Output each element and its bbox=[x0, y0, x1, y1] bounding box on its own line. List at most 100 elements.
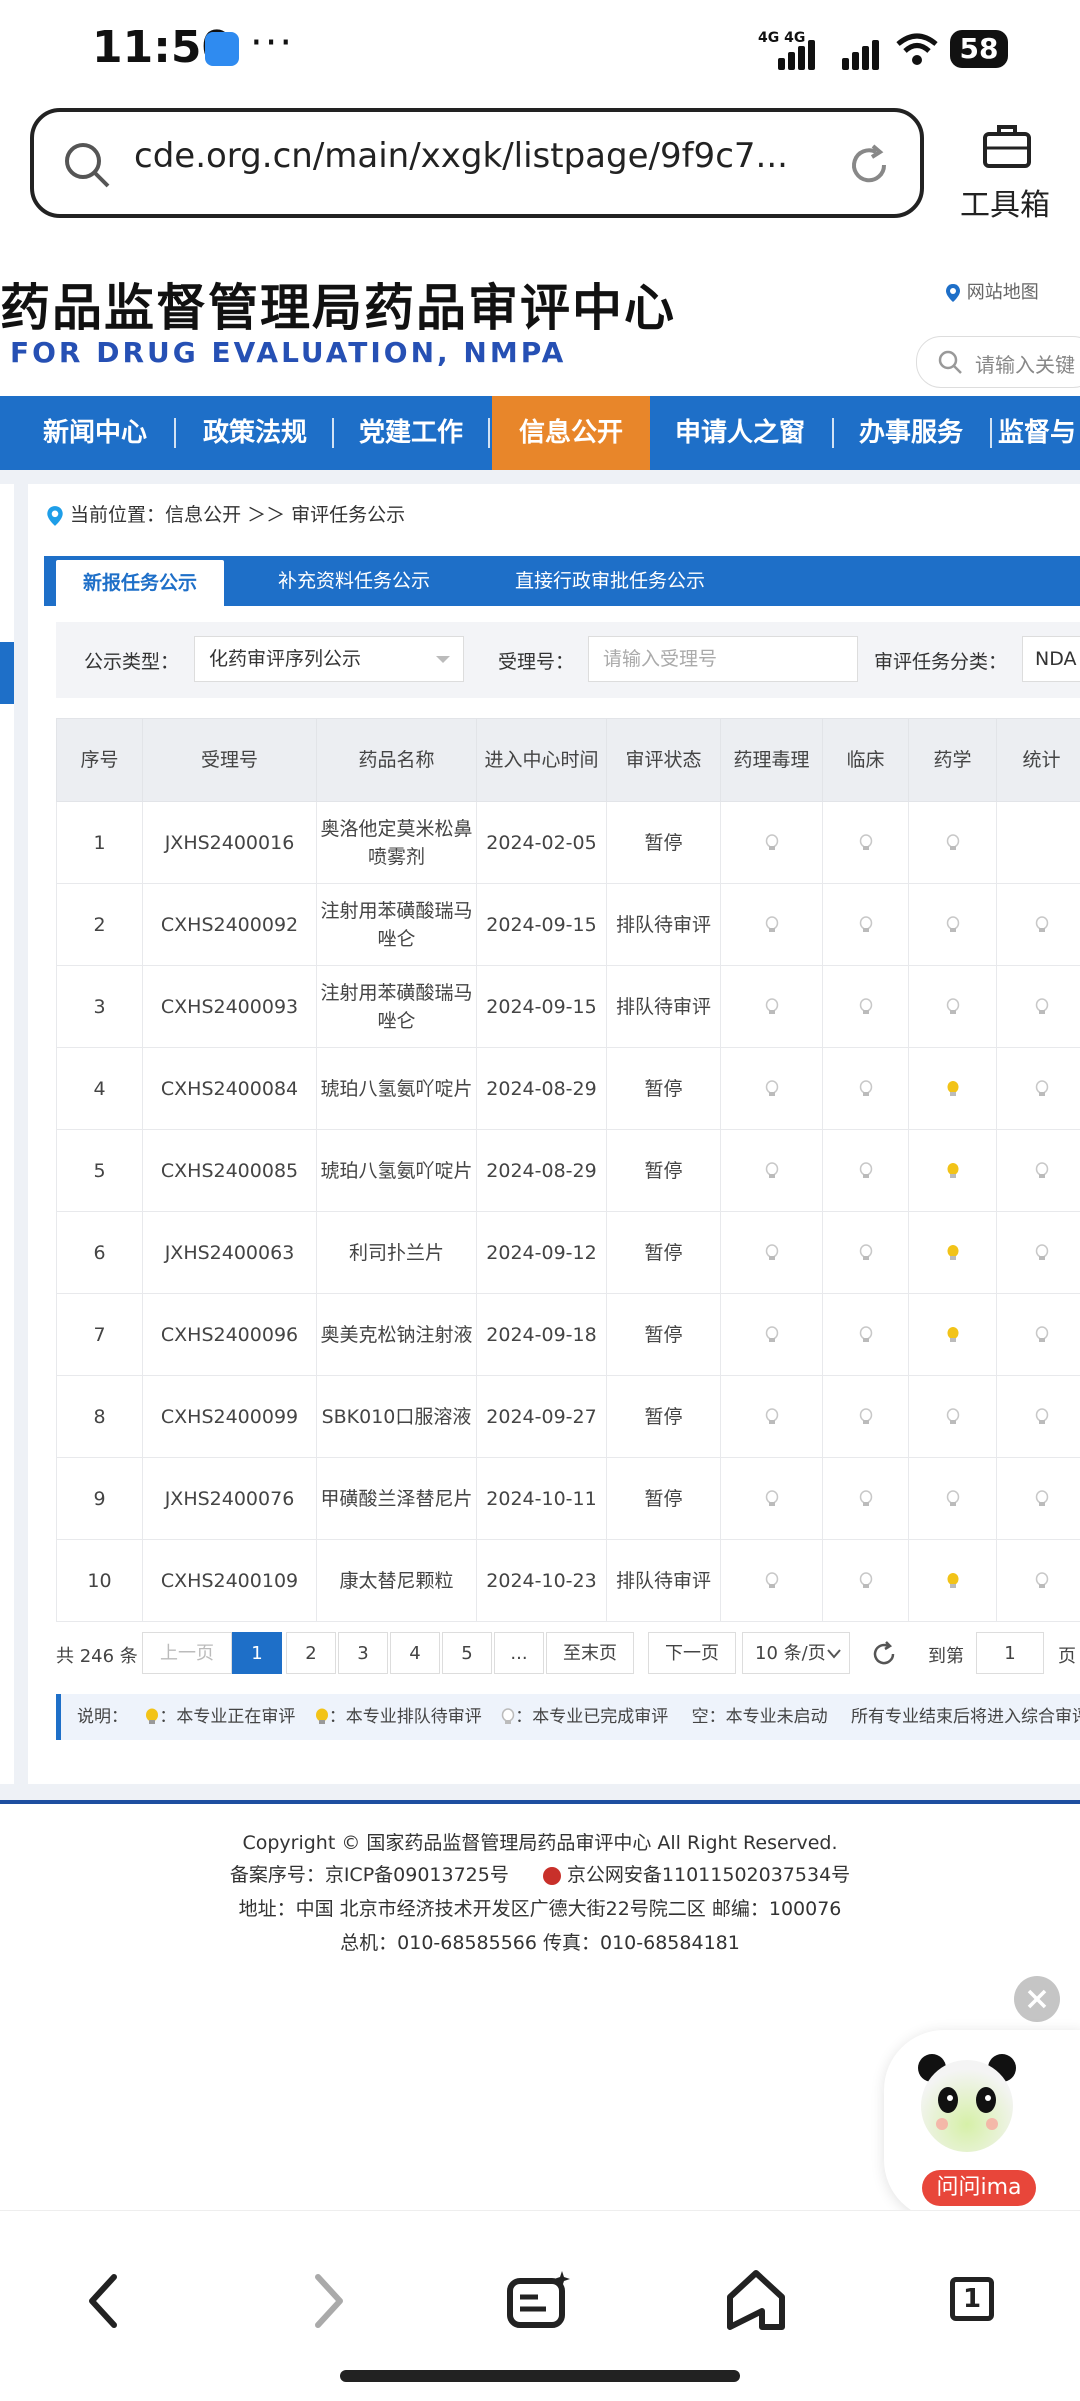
page-1-button[interactable]: 1 bbox=[232, 1632, 282, 1674]
cell-name[interactable]: 利司扑兰片 bbox=[317, 1212, 477, 1294]
page-5-button[interactable]: 5 bbox=[442, 1632, 492, 1674]
toolbox-button[interactable]: 工具箱 bbox=[940, 118, 1070, 228]
tab-supplement-tasks[interactable]: 补充资料任务公示 bbox=[244, 556, 464, 606]
acceptance-input[interactable]: 请输入受理号 bbox=[588, 636, 858, 682]
site-search-input[interactable]: 请输入关键 bbox=[916, 336, 1080, 388]
cell-name[interactable]: 康太替尼颗粒 bbox=[317, 1540, 477, 1622]
page-size-select[interactable]: 10 条/页 bbox=[742, 1632, 850, 1674]
bulb-done-icon bbox=[765, 1244, 779, 1262]
footer-icp[interactable]: 备案序号：京ICP备09013725号 bbox=[230, 1864, 509, 1886]
tab-direct-approval-tasks[interactable]: 直接行政审批任务公示 bbox=[480, 556, 740, 606]
sitemap-link[interactable]: 网站地图 bbox=[945, 278, 1039, 304]
sidebar-active-marker bbox=[0, 642, 14, 704]
cell-name[interactable]: 奥美克松钠注射液 bbox=[317, 1294, 477, 1376]
police-badge-icon bbox=[543, 1867, 561, 1885]
goto-page-input[interactable]: 1 bbox=[976, 1632, 1044, 1674]
nav-item-disclosure[interactable]: 信息公开 bbox=[492, 396, 650, 470]
bulb-active-icon bbox=[145, 1707, 159, 1727]
cell-id[interactable]: CXHS2400093 bbox=[143, 966, 317, 1048]
network-type: 4G 4G bbox=[758, 30, 805, 46]
cell-pharmacy-status bbox=[909, 1458, 997, 1540]
nav-item-supervision[interactable]: 监督与 bbox=[998, 396, 1080, 470]
tabs-button[interactable]: 1 bbox=[934, 2261, 1014, 2341]
back-icon[interactable] bbox=[66, 2261, 146, 2341]
cell-no: 10 bbox=[57, 1540, 143, 1622]
legend-done: ：本专业已完成审评 bbox=[515, 1707, 668, 1727]
cell-name[interactable]: 琥珀八氢氨吖啶片 bbox=[317, 1130, 477, 1212]
breadcrumb-path[interactable]: 信息公开 ＞＞ 审评任务公示 bbox=[165, 504, 405, 526]
cell-id[interactable]: JXHS2400076 bbox=[143, 1458, 317, 1540]
refresh-icon[interactable] bbox=[870, 1640, 898, 1668]
cell-clinical-status bbox=[823, 802, 909, 884]
nav-item-services[interactable]: 办事服务 bbox=[836, 396, 986, 470]
cell-no: 5 bbox=[57, 1130, 143, 1212]
type-select[interactable]: 化药审评序列公示 bbox=[194, 636, 464, 682]
cell-name[interactable]: 注射用苯磺酸瑞马唑仑 bbox=[317, 884, 477, 966]
tab-new-tasks[interactable]: 新报任务公示 bbox=[56, 560, 224, 606]
bulb-done-icon bbox=[1035, 1408, 1049, 1426]
cell-status: 暂停 bbox=[607, 1130, 721, 1212]
bulb-done-icon bbox=[765, 1162, 779, 1180]
assistant-label[interactable]: 问问ima bbox=[922, 2170, 1036, 2206]
nav-item-news[interactable]: 新闻中心 bbox=[20, 396, 170, 470]
last-page-button[interactable]: 至末页 bbox=[546, 1632, 634, 1674]
footer-phone: 总机：010-68585566 传真：010-68584181 bbox=[0, 1928, 1080, 1955]
cell-id[interactable]: CXHS2400096 bbox=[143, 1294, 317, 1376]
site-subtitle: FOR DRUG EVALUATION, NMPA bbox=[10, 336, 566, 369]
prev-page-button[interactable]: 上一页 bbox=[142, 1632, 232, 1674]
close-assistant-button[interactable] bbox=[1014, 1976, 1060, 2022]
search-icon bbox=[62, 140, 112, 190]
panda-avatar-icon bbox=[912, 2048, 1022, 2158]
nav-item-party[interactable]: 党建工作 bbox=[336, 396, 486, 470]
bulb-done-icon bbox=[1035, 1572, 1049, 1590]
cell-no: 4 bbox=[57, 1048, 143, 1130]
forward-icon[interactable] bbox=[286, 2261, 366, 2341]
url-text[interactable]: cde.org.cn/main/xxgk/listpage/9f9c7... bbox=[134, 136, 788, 176]
category-select[interactable]: NDA bbox=[1022, 636, 1080, 682]
home-icon[interactable] bbox=[716, 2261, 796, 2341]
cell-clinical-status bbox=[823, 1458, 909, 1540]
tabs-count: 1 bbox=[950, 2277, 994, 2321]
footer-divider bbox=[0, 1800, 1080, 1804]
nav-item-policy[interactable]: 政策法规 bbox=[180, 396, 330, 470]
page-4-button[interactable]: 4 bbox=[390, 1632, 440, 1674]
cell-name[interactable]: 奥洛他定莫米松鼻喷雾剂 bbox=[317, 802, 477, 884]
cell-no: 7 bbox=[57, 1294, 143, 1376]
cell-name[interactable]: 琥珀八氢氨吖啶片 bbox=[317, 1048, 477, 1130]
cell-date: 2024-09-12 bbox=[477, 1212, 607, 1294]
wifi-icon bbox=[896, 32, 938, 66]
legend-empty: 空：本专业未启动 bbox=[692, 1707, 828, 1727]
cell-id[interactable]: JXHS2400016 bbox=[143, 802, 317, 884]
acceptance-label: 受理号： bbox=[498, 647, 574, 674]
cell-id[interactable]: CXHS2400084 bbox=[143, 1048, 317, 1130]
cell-name[interactable]: 注射用苯磺酸瑞马唑仑 bbox=[317, 966, 477, 1048]
location-pin-icon bbox=[945, 283, 961, 303]
next-page-button[interactable]: 下一页 bbox=[648, 1632, 736, 1674]
header-pharmacology: 药理毒理 bbox=[721, 719, 823, 802]
cell-date: 2024-10-11 bbox=[477, 1458, 607, 1540]
cell-id[interactable]: CXHS2400099 bbox=[143, 1376, 317, 1458]
cell-pharmacology-status bbox=[721, 1048, 823, 1130]
close-icon bbox=[1014, 1976, 1060, 2022]
battery-icon: 58 bbox=[950, 30, 1008, 68]
cell-pharmacology-status bbox=[721, 802, 823, 884]
cell-clinical-status bbox=[823, 1048, 909, 1130]
cell-id[interactable]: CXHS2400109 bbox=[143, 1540, 317, 1622]
toolbox-label: 工具箱 bbox=[940, 180, 1070, 224]
header-clinical: 临床 bbox=[823, 719, 909, 802]
page-2-button[interactable]: 2 bbox=[286, 1632, 336, 1674]
ai-assistant-icon[interactable] bbox=[500, 2261, 580, 2341]
header-pharmacy: 药学 bbox=[909, 719, 997, 802]
nav-item-applicant[interactable]: 申请人之窗 bbox=[656, 396, 824, 470]
reload-icon[interactable] bbox=[846, 142, 892, 188]
cell-status: 暂停 bbox=[607, 802, 721, 884]
page-3-button[interactable]: 3 bbox=[338, 1632, 388, 1674]
cell-id[interactable]: CXHS2400092 bbox=[143, 884, 317, 966]
cell-pharmacy-status bbox=[909, 1130, 997, 1212]
cell-name[interactable]: 甲磺酸兰泽替尼片 bbox=[317, 1458, 477, 1540]
cell-name[interactable]: SBK010口服溶液 bbox=[317, 1376, 477, 1458]
cell-id[interactable]: JXHS2400063 bbox=[143, 1212, 317, 1294]
footer-police[interactable]: 京公网安备11011502037534号 bbox=[567, 1864, 850, 1886]
cell-id[interactable]: CXHS2400085 bbox=[143, 1130, 317, 1212]
address-bar[interactable]: cde.org.cn/main/xxgk/listpage/9f9c7... bbox=[30, 108, 924, 218]
